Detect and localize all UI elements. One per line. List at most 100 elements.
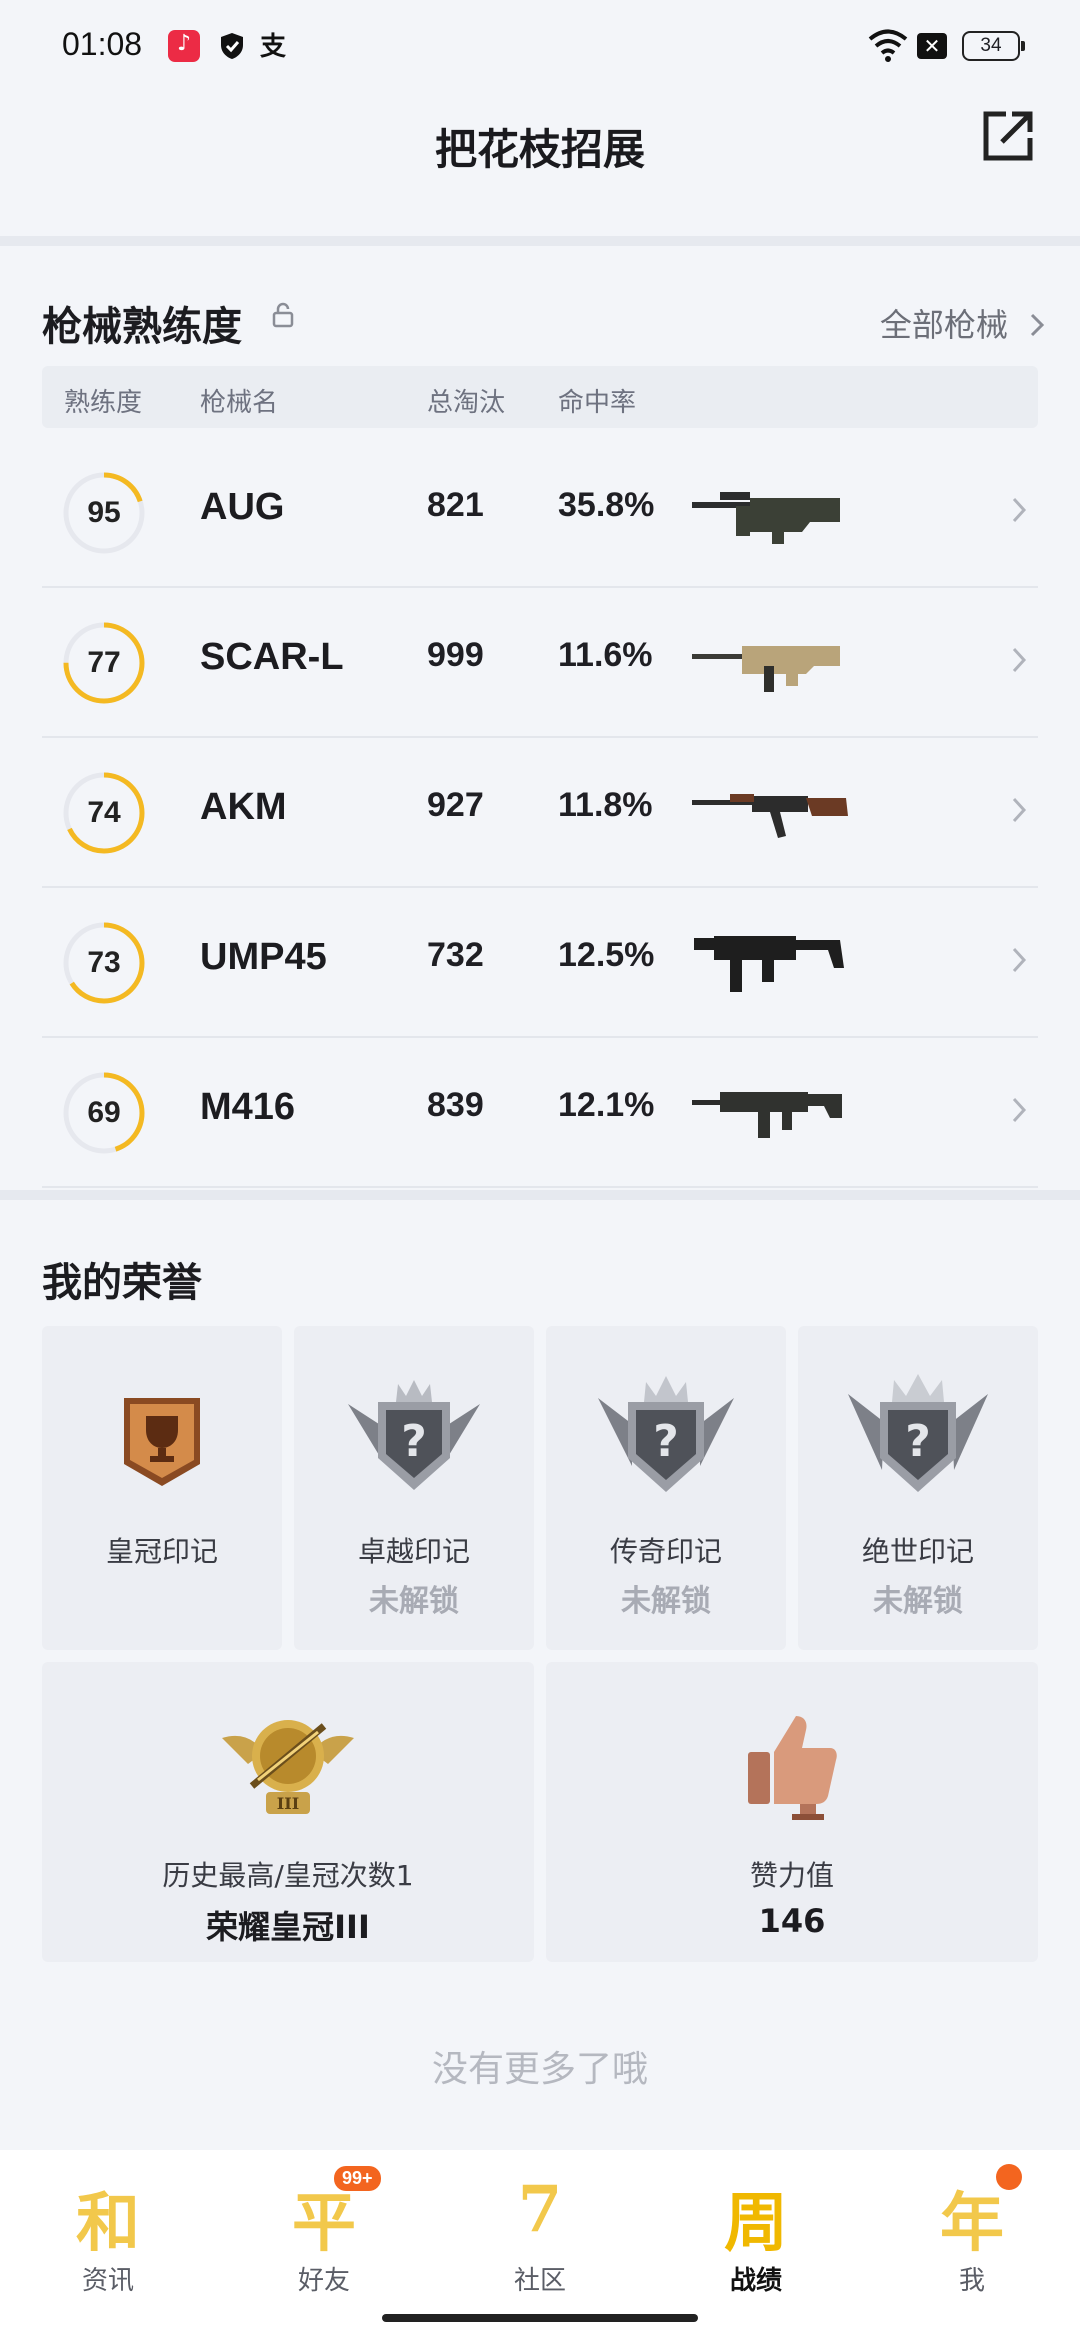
status-time: 01:08 (62, 26, 143, 62)
nav-community[interactable]: 7 社区 (432, 2150, 648, 2340)
weapon-hit-rate: 12.1% (558, 1086, 655, 1124)
crown-rank-badge-icon: III (222, 1720, 354, 1814)
honor-label: 绝世印记 (861, 1535, 974, 1568)
chevron-right-icon (1012, 497, 1027, 523)
honor-label: 卓越印记 (357, 1535, 470, 1568)
music-app-icon (168, 30, 200, 62)
highest-rank-card[interactable]: III 历史最高/皇冠次数1 荣耀皇冠III (42, 1662, 534, 1962)
weapon-kills: 927 (427, 786, 484, 824)
weapon-kills: 821 (427, 486, 484, 524)
notification-dot (996, 2164, 1022, 2190)
m416-rifle-image (692, 1092, 842, 1138)
column-hit-rate: 命中率 (558, 388, 637, 418)
honor-crown-mark-card[interactable]: 皇冠印记 (42, 1326, 282, 1650)
nav-news[interactable]: 和 资讯 (0, 2150, 216, 2340)
ump45-smg-image (694, 936, 844, 992)
lock-icon (270, 302, 296, 332)
weapon-row-ump45[interactable]: 73 UMP45 732 12.5% (42, 888, 1038, 1038)
weapon-row-m416[interactable]: 69 M416 839 12.1% (42, 1038, 1038, 1188)
mastery-value: 77 (87, 646, 121, 679)
page-title: 把花枝招展 (434, 125, 645, 174)
weapon-hit-rate: 11.6% (558, 636, 653, 674)
locked-badge-icon: ? (598, 1376, 734, 1492)
likes-card[interactable]: 赞力值 146 (546, 1662, 1038, 1962)
weapon-kills: 732 (427, 936, 484, 974)
svg-text:?: ? (653, 1416, 679, 1467)
thumbs-up-icon (748, 1716, 837, 1820)
honor-excellence-mark-card[interactable]: ? 卓越印记 未解锁 (294, 1326, 534, 1650)
shield-icon (216, 30, 248, 62)
mastery-value: 73 (87, 946, 121, 979)
all-weapons-link[interactable]: 全部枪械 (880, 300, 1046, 346)
wifi-icon (868, 28, 908, 66)
alipay-icon: 支 (260, 32, 287, 62)
weapon-row-aug[interactable]: 95 AUG 821 35.8% (42, 438, 1038, 588)
locked-badge-icon: ? (848, 1374, 988, 1492)
nav-label: 资讯 (81, 2266, 134, 2296)
section-divider (0, 236, 1080, 246)
nav-label: 好友 (297, 2266, 350, 2296)
weapon-name: SCAR-L (200, 636, 344, 678)
honors-title: 我的荣誉 (42, 1260, 202, 1306)
likes-value: 146 (758, 1902, 826, 1940)
svg-text:?: ? (905, 1416, 931, 1467)
table-header: 熟练度 枪械名 总淘汰 命中率 (42, 366, 1038, 428)
mastery-value: 95 (87, 496, 121, 529)
nav-friends[interactable]: 平 99+ 好友 (216, 2150, 432, 2340)
notification-badge: 99+ (334, 2166, 381, 2191)
status-bar: 01:08 支 ✕ 34 (0, 0, 1080, 96)
nav-me[interactable]: 年 我 (864, 2150, 1080, 2340)
column-weapon-name: 枪械名 (200, 388, 279, 418)
mastery-value: 74 (87, 796, 121, 829)
nav-records-icon: 周 (724, 2186, 788, 2261)
chevron-right-icon (1012, 1097, 1027, 1123)
weapon-name: UMP45 (200, 936, 327, 978)
highest-rank-value: 荣耀皇冠III (206, 1908, 370, 1946)
nav-label: 我 (958, 2266, 985, 2296)
weapon-name: AUG (200, 486, 285, 528)
no-more-text: 没有更多了哦 (431, 2049, 648, 2090)
weapon-hit-rate: 11.8% (558, 786, 653, 824)
home-indicator[interactable] (382, 2314, 698, 2322)
bottom-nav: 和 资讯 平 99+ 好友 7 社区 周 战绩 年 我 (0, 2150, 1080, 2340)
scar-l-rifle-image (692, 646, 840, 692)
honor-peerless-mark-card[interactable]: ? 绝世印记 未解锁 (798, 1326, 1038, 1650)
chevron-right-icon (1012, 647, 1027, 673)
mastery-value: 69 (87, 1096, 121, 1129)
honor-legend-mark-card[interactable]: ? 传奇印记 未解锁 (546, 1326, 786, 1650)
column-total-kills: 总淘汰 (427, 388, 506, 418)
weapon-name: AKM (200, 786, 287, 828)
trophy-icon (124, 1398, 200, 1486)
chevron-right-icon (1012, 947, 1027, 973)
nav-me-icon: 年 (940, 2186, 1004, 2261)
battery-icon: 34 (962, 31, 1025, 61)
weapon-hit-rate: 12.5% (558, 936, 655, 974)
weapon-mastery-title: 枪械熟练度 (42, 304, 242, 350)
weapon-kills: 999 (427, 636, 484, 674)
svg-text:III: III (277, 1794, 299, 1813)
highest-rank-label: 历史最高/皇冠次数1 (162, 1859, 414, 1892)
aug-rifle-image (692, 492, 840, 544)
chevron-right-icon (1030, 313, 1045, 337)
honor-status: 未解锁 (621, 1584, 711, 1619)
honor-status: 未解锁 (369, 1584, 459, 1619)
nav-records[interactable]: 周 战绩 (648, 2150, 864, 2340)
honor-label: 传奇印记 (609, 1535, 722, 1568)
honor-label: 皇冠印记 (105, 1535, 218, 1568)
weapon-row-scar-l[interactable]: 77 SCAR-L 999 11.6% (42, 588, 1038, 738)
section-divider (0, 1190, 1080, 1200)
nav-friends-icon: 平 (292, 2186, 356, 2261)
weapon-hit-rate: 35.8% (558, 486, 655, 524)
nav-community-icon: 7 (517, 2172, 563, 2247)
all-weapons-label: 全部枪械 (879, 306, 1008, 344)
share-icon[interactable] (978, 106, 1038, 166)
weapon-row-akm[interactable]: 74 AKM 927 11.8% (42, 738, 1038, 888)
honor-status: 未解锁 (873, 1584, 963, 1619)
likes-label: 赞力值 (749, 1859, 834, 1892)
akm-rifle-image (692, 794, 848, 838)
column-mastery: 熟练度 (64, 388, 143, 418)
weapon-mastery-section: 枪械熟练度 全部枪械 熟练度 枪械名 总淘汰 命中率 95 AUG 821 35… (0, 246, 1080, 1190)
nav-news-icon: 和 (76, 2186, 140, 2261)
nav-label: 战绩 (729, 2266, 782, 2296)
weapon-kills: 839 (427, 1086, 484, 1124)
